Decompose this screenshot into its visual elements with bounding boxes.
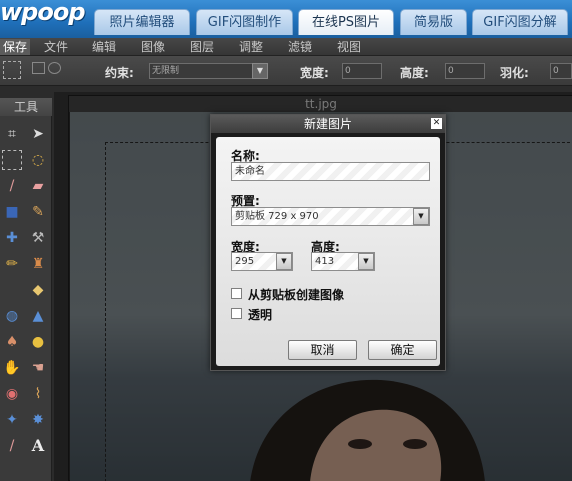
eraser-icon[interactable]: ▰ — [28, 176, 48, 196]
menu-save[interactable]: 保存 — [0, 39, 31, 55]
top-bar: wpoop 照片编辑器 GIF闪图制作 在线PS图片 简易版 GIF闪图分解 — [0, 0, 572, 38]
tab-gif-maker[interactable]: GIF闪图制作 — [196, 9, 293, 35]
chevron-down-icon[interactable]: ▼ — [413, 208, 429, 225]
menu-filter[interactable]: 滤镜 — [288, 39, 312, 55]
width-input[interactable]: 0 — [342, 63, 382, 79]
marquee-icon[interactable] — [2, 150, 22, 170]
from-clipboard-label: 从剪贴板创建图像 — [248, 288, 345, 302]
transparent-label: 透明 — [248, 308, 273, 322]
blur-icon[interactable]: ◍ — [2, 306, 22, 326]
menu-view[interactable]: 视图 — [337, 39, 361, 55]
sharpen-icon[interactable]: ▲ — [28, 306, 48, 326]
crop-icon[interactable]: ⌗ — [2, 124, 22, 144]
menu-file[interactable]: 文件 — [44, 39, 68, 55]
shape-icon[interactable]: ◆ — [28, 280, 48, 300]
menu-adjust[interactable]: 调整 — [239, 39, 263, 55]
chevron-down-icon[interactable]: ▼ — [358, 253, 374, 270]
rect-mode-icon[interactable] — [32, 62, 45, 74]
feather-label: 羽化: — [500, 66, 529, 80]
tab-photo-editor[interactable]: 照片编辑器 — [94, 9, 190, 35]
clone-icon[interactable]: ⚒ — [28, 228, 48, 248]
dialog-title: 新建图片 — [303, 117, 352, 131]
name-input[interactable]: 未命名 — [231, 162, 430, 181]
move-icon[interactable]: ➤ — [28, 124, 48, 144]
brush-icon[interactable]: ✎ — [28, 202, 48, 222]
fill-icon[interactable]: ■ — [2, 202, 22, 222]
eye-icon[interactable]: ◉ — [2, 384, 22, 404]
cancel-button[interactable]: 取消 — [288, 340, 357, 360]
chevron-down-icon[interactable]: ▼ — [252, 63, 268, 79]
constraint-select[interactable]: 无限制 — [149, 63, 253, 79]
height-label: 高度: — [400, 66, 429, 80]
dialog-title-bar: 新建图片 ✕ — [211, 115, 445, 133]
lasso-icon[interactable]: ◌ — [28, 150, 48, 170]
new-image-dialog: 新建图片 ✕ 名称: 未命名 预置: 剪贴板 729 x 970 ▼ 宽度: 2… — [210, 114, 446, 371]
from-clipboard-checkbox[interactable] — [231, 288, 242, 299]
menu-edit[interactable]: 编辑 — [92, 39, 116, 55]
preset-select[interactable]: 剪贴板 729 x 970 — [231, 207, 430, 226]
tab-simple[interactable]: 简易版 — [400, 9, 467, 35]
zoom-icon[interactable]: / — [2, 436, 22, 456]
wand-icon[interactable]: / — [2, 176, 22, 196]
height-input[interactable]: 0 — [445, 63, 485, 79]
dodge-icon[interactable]: ♠ — [2, 332, 22, 352]
tab-gif-split[interactable]: GIF闪图分解 — [472, 9, 568, 35]
selection-mode-group — [32, 62, 62, 80]
replace-icon[interactable]: ✸ — [28, 410, 48, 430]
burn-icon[interactable]: ● — [28, 332, 48, 352]
pencil-icon[interactable]: ✏ — [2, 254, 22, 274]
toolbox-title: 工具 — [0, 98, 52, 116]
stamp-icon[interactable]: ♜ — [28, 254, 48, 274]
constraint-label: 约束: — [105, 66, 134, 80]
rect-select-icon[interactable] — [3, 61, 21, 79]
menu-layer[interactable]: 图层 — [190, 39, 214, 55]
smudge-icon[interactable]: ☚ — [28, 358, 48, 378]
feather-input[interactable]: 0 — [550, 63, 572, 79]
heal-icon[interactable]: ✚ — [2, 228, 22, 248]
menu-bar: 保存 文件 编辑 图像 图层 调整 滤镜 视图 — [0, 38, 572, 56]
menu-image[interactable]: 图像 — [141, 39, 165, 55]
hand-icon[interactable]: ✋ — [2, 358, 22, 378]
bandage-icon[interactable]: ⌇ — [28, 384, 48, 404]
close-icon[interactable]: ✕ — [431, 118, 442, 129]
site-logo[interactable]: wpoop — [0, 0, 86, 26]
chevron-down-icon[interactable]: ▼ — [276, 253, 292, 270]
color-picker-icon[interactable]: ✦ — [2, 410, 22, 430]
ok-button[interactable]: 确定 — [368, 340, 437, 360]
dialog-body: 名称: 未命名 预置: 剪贴板 729 x 970 ▼ 宽度: 295 ▼ 高度… — [216, 137, 440, 366]
transparent-checkbox[interactable] — [231, 308, 242, 319]
toolbox: 工具 ⌗ ➤ ◌ / ▰ ■ ✎ ✚ ⚒ ✏ ♜ ◆ ◍ ▲ ♠ ● ✋ ☚ ◉… — [0, 98, 52, 481]
text-icon[interactable]: A — [28, 436, 48, 456]
ellipse-mode-icon[interactable] — [48, 62, 61, 74]
options-bar: 约束: 无限制 ▼ 宽度: 0 高度: 0 羽化: 0 — [0, 56, 572, 86]
tab-online-ps[interactable]: 在线PS图片 — [298, 9, 394, 35]
width-label: 宽度: — [300, 66, 329, 80]
